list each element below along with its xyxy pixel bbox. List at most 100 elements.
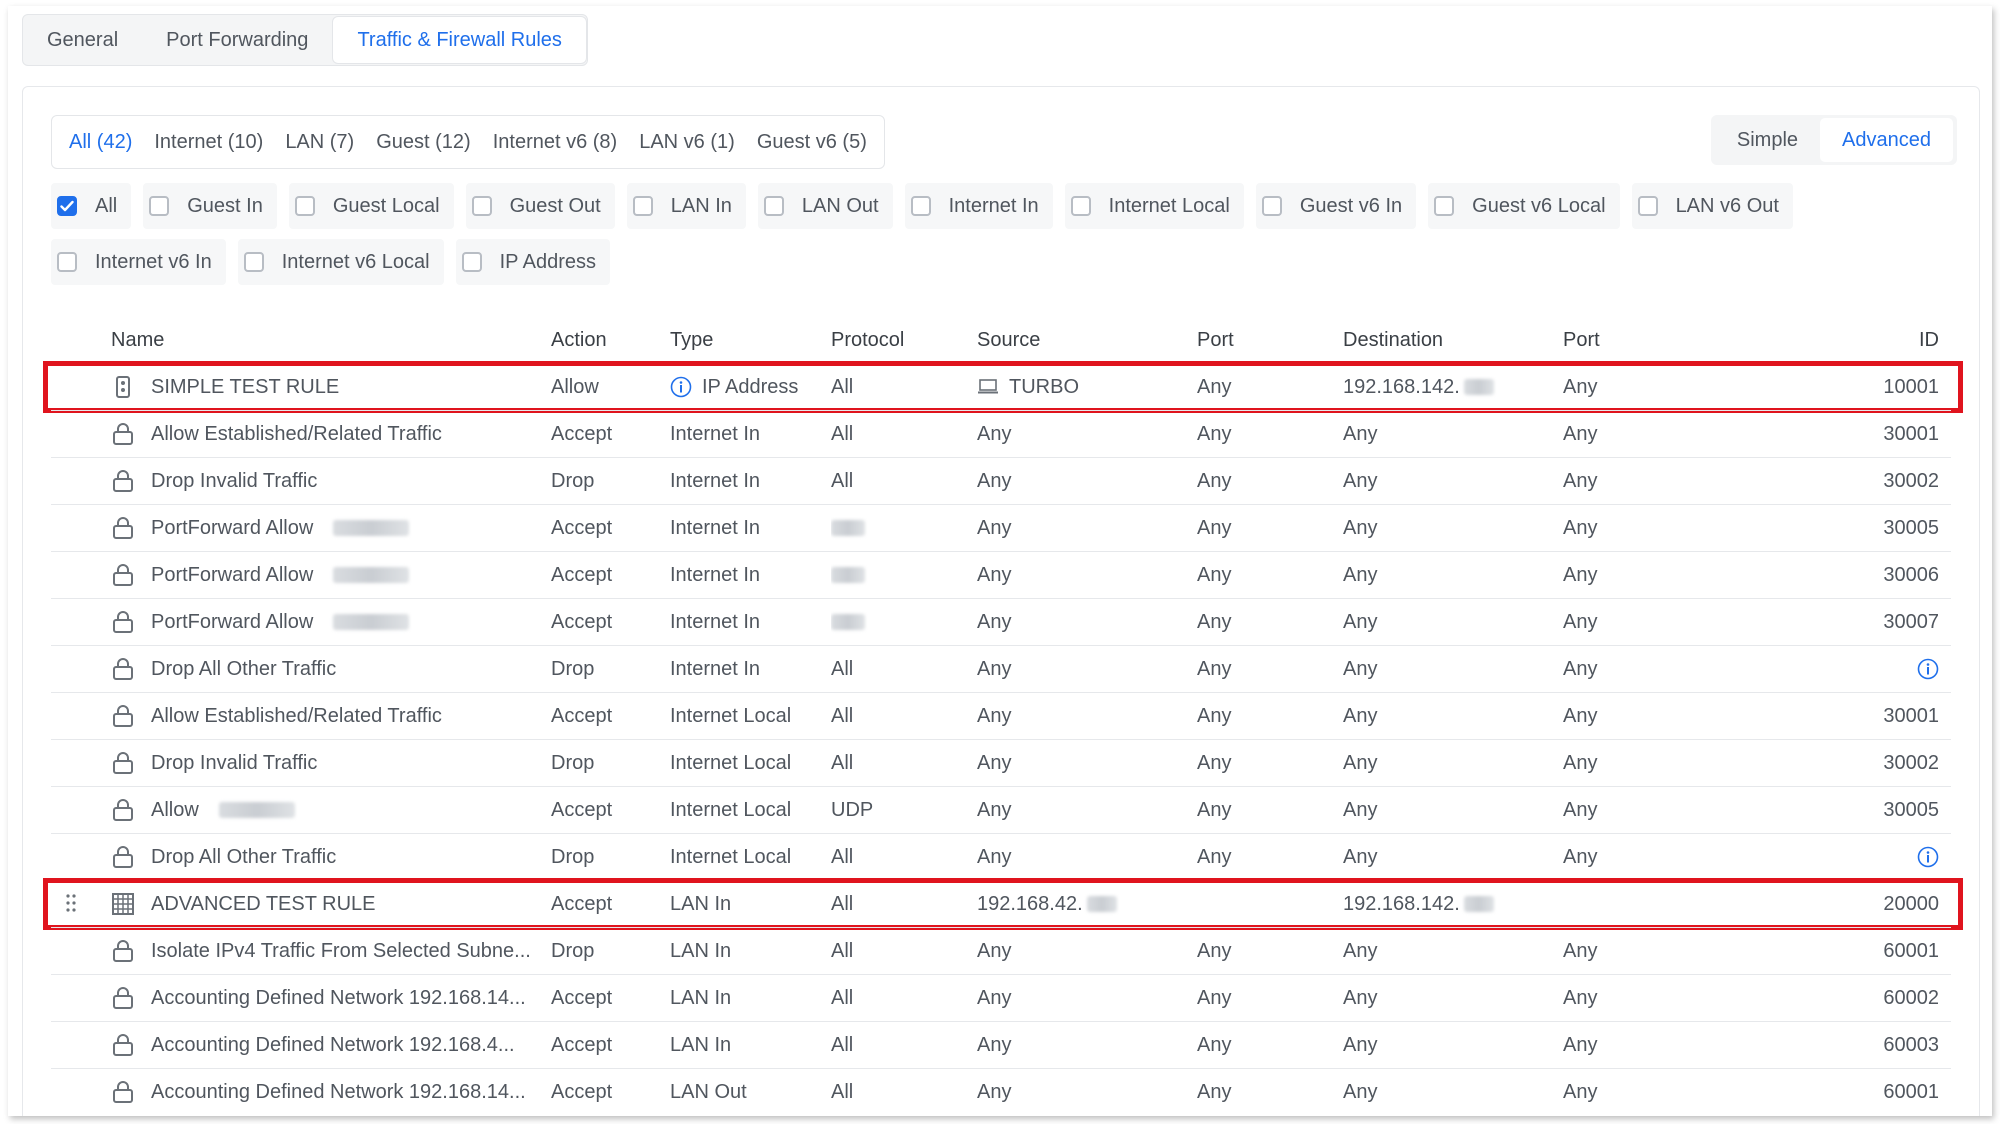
rule-name[interactable]: ADVANCED TEST RULE <box>151 893 376 916</box>
checkbox-box[interactable] <box>1637 196 1658 216</box>
table-row[interactable]: SIMPLE TEST RULE Allow IP Address All TURBO A… <box>43 361 1963 413</box>
rule-destination-cell: Any <box>1343 564 1563 587</box>
rule-destination-port: Any <box>1563 563 1598 586</box>
checkbox-box[interactable] <box>1261 196 1282 216</box>
filter-tab-all-42[interactable]: All (42) <box>58 131 143 154</box>
table-row[interactable]: ADVANCED TEST RULE Accept LAN In All 192.168… <box>43 878 1963 930</box>
filter-tab-lan-v6-1[interactable]: LAN v6 (1) <box>628 131 746 154</box>
simple-view-button[interactable]: Simple <box>1715 118 1820 162</box>
rule-type: Internet In <box>670 657 761 680</box>
header-name[interactable]: Name <box>111 329 551 352</box>
filter-checkbox-internet-v6-local[interactable]: Internet v6 Local <box>237 239 444 285</box>
rule-name[interactable]: Allow <box>151 799 199 822</box>
checkbox-box[interactable] <box>461 252 482 272</box>
filter-checkbox-guest-v6-local[interactable]: Guest v6 Local <box>1428 183 1620 229</box>
filter-checkbox-internet-in[interactable]: Internet In <box>904 183 1053 229</box>
table-row[interactable]: PortForward Allow Accept Internet In Any Any… <box>51 551 1951 598</box>
filter-tab-internet-v6-8[interactable]: Internet v6 (8) <box>482 131 629 154</box>
rule-name[interactable]: Accounting Defined Network 192.168.14... <box>151 1081 526 1104</box>
filter-checkbox-internet-v6-in[interactable]: Internet v6 In <box>51 239 226 285</box>
table-row[interactable]: Accounting Defined Network 192.168.14...… <box>51 974 1951 1021</box>
header-type[interactable]: Type <box>670 329 831 352</box>
rule-protocol: All <box>831 1080 854 1103</box>
filter-checkbox-guest-in[interactable]: Guest In <box>143 183 277 229</box>
rule-name[interactable]: Allow Established/Related Traffic <box>151 423 442 446</box>
advanced-view-button[interactable]: Advanced <box>1820 118 1953 162</box>
rule-protocol: All <box>831 751 854 774</box>
table-row[interactable]: Drop All Other Traffic Drop Internet Local… <box>51 833 1951 880</box>
rule-protocol: All <box>831 892 854 915</box>
checkbox-box[interactable] <box>1070 196 1091 216</box>
tab-port-forwarding[interactable]: Port Forwarding <box>142 16 332 64</box>
checkbox-box[interactable] <box>763 196 784 216</box>
rule-name[interactable]: SIMPLE TEST RULE <box>151 376 339 399</box>
filter-checkbox-guest-out[interactable]: Guest Out <box>465 183 615 229</box>
filter-checkbox-ip-address[interactable]: IP Address <box>455 239 610 285</box>
table-row[interactable]: Drop Invalid Traffic Drop Internet In All An… <box>51 457 1951 504</box>
info-icon[interactable] <box>670 376 692 398</box>
rule-name[interactable]: Isolate IPv4 Traffic From Selected Subne… <box>151 940 531 963</box>
rule-name[interactable]: Accounting Defined Network 192.168.14... <box>151 987 526 1010</box>
table-row[interactable]: Drop All Other Traffic Drop Internet In All… <box>51 645 1951 692</box>
checkbox-box[interactable] <box>294 196 315 216</box>
filter-checkbox-lan-v6-out[interactable]: LAN v6 Out <box>1631 183 1793 229</box>
header-id[interactable]: ID <box>1673 329 1951 352</box>
rule-name[interactable]: Drop Invalid Traffic <box>151 470 317 493</box>
rule-name[interactable]: Drop All Other Traffic <box>151 658 336 681</box>
table-row[interactable]: Accounting Defined Network 192.168.14...… <box>51 1068 1951 1115</box>
rule-name[interactable]: Accounting Defined Network 192.168.4... <box>151 1034 515 1057</box>
checkbox-box[interactable] <box>149 196 170 216</box>
info-icon[interactable] <box>1917 658 1939 680</box>
header-destination[interactable]: Destination <box>1343 329 1563 352</box>
checkbox-box[interactable] <box>910 196 931 216</box>
table-row[interactable]: Drop Invalid Traffic Drop Internet Local Al… <box>51 739 1951 786</box>
table-row[interactable]: Isolate IPv4 Traffic From Selected Subne… <box>51 927 1951 974</box>
filter-checkbox-lan-in[interactable]: LAN In <box>626 183 746 229</box>
rule-source-cell: Any <box>977 752 1197 775</box>
info-icon[interactable] <box>1917 846 1939 868</box>
rule-name[interactable]: Drop Invalid Traffic <box>151 752 317 775</box>
filter-checkbox-guest-local[interactable]: Guest Local <box>288 183 454 229</box>
rule-protocol-cell: All <box>831 376 977 399</box>
lock-icon <box>111 563 135 587</box>
rule-source-port: Any <box>1197 469 1232 492</box>
rule-type-cell: Internet In <box>670 611 831 634</box>
checkbox-box[interactable] <box>1434 196 1455 216</box>
rule-name[interactable]: Drop All Other Traffic <box>151 846 336 869</box>
checkbox-box[interactable] <box>57 252 77 272</box>
filter-tab-lan-7[interactable]: LAN (7) <box>274 131 365 154</box>
header-source[interactable]: Source <box>977 329 1197 352</box>
header-protocol[interactable]: Protocol <box>831 329 977 352</box>
rule-id-cell: 60001 <box>1673 940 1951 963</box>
tab-general[interactable]: General <box>23 16 142 64</box>
checkbox-box[interactable] <box>632 196 653 216</box>
tab-traffic-firewall-rules[interactable]: Traffic & Firewall Rules <box>332 16 587 64</box>
rule-name[interactable]: Allow Established/Related Traffic <box>151 705 442 728</box>
filter-tab-guest-v6-5[interactable]: Guest v6 (5) <box>746 131 878 154</box>
header-destination-port[interactable]: Port <box>1563 329 1673 352</box>
table-row[interactable]: Allow Established/Related Traffic Accept I… <box>51 692 1951 739</box>
rule-destination: Any <box>1343 516 1378 539</box>
filter-tab-internet-10[interactable]: Internet (10) <box>143 131 274 154</box>
filter-checkbox-all[interactable]: All <box>51 183 132 229</box>
redacted-text <box>218 802 295 818</box>
rule-action: Drop <box>551 657 595 680</box>
table-row[interactable]: Accounting Defined Network 192.168.4... A… <box>51 1021 1951 1068</box>
table-row[interactable]: PortForward Allow Accept Internet In Any Any… <box>51 598 1951 645</box>
checkbox-box[interactable] <box>471 196 492 216</box>
table-row[interactable]: Allow Accept Internet Local UDP Any Any Any Any… <box>51 786 1951 833</box>
rule-name[interactable]: PortForward Allow <box>151 611 313 634</box>
table-row[interactable]: PortForward Allow Accept Internet In Any Any… <box>51 504 1951 551</box>
header-action[interactable]: Action <box>551 329 670 352</box>
rule-name[interactable]: PortForward Allow <box>151 517 313 540</box>
checkbox-box[interactable] <box>57 196 77 216</box>
table-row[interactable]: Allow Established/Related Traffic Accept I… <box>51 410 1951 457</box>
filter-checkbox-lan-out[interactable]: LAN Out <box>757 183 893 229</box>
filter-checkbox-guest-v6-in[interactable]: Guest v6 In <box>1255 183 1417 229</box>
filter-tab-guest-12[interactable]: Guest (12) <box>365 131 481 154</box>
rule-source-port: Any <box>1197 563 1232 586</box>
rule-name[interactable]: PortForward Allow <box>151 564 313 587</box>
header-source-port[interactable]: Port <box>1197 329 1343 352</box>
filter-checkbox-internet-local[interactable]: Internet Local <box>1064 183 1244 229</box>
checkbox-box[interactable] <box>243 252 264 272</box>
